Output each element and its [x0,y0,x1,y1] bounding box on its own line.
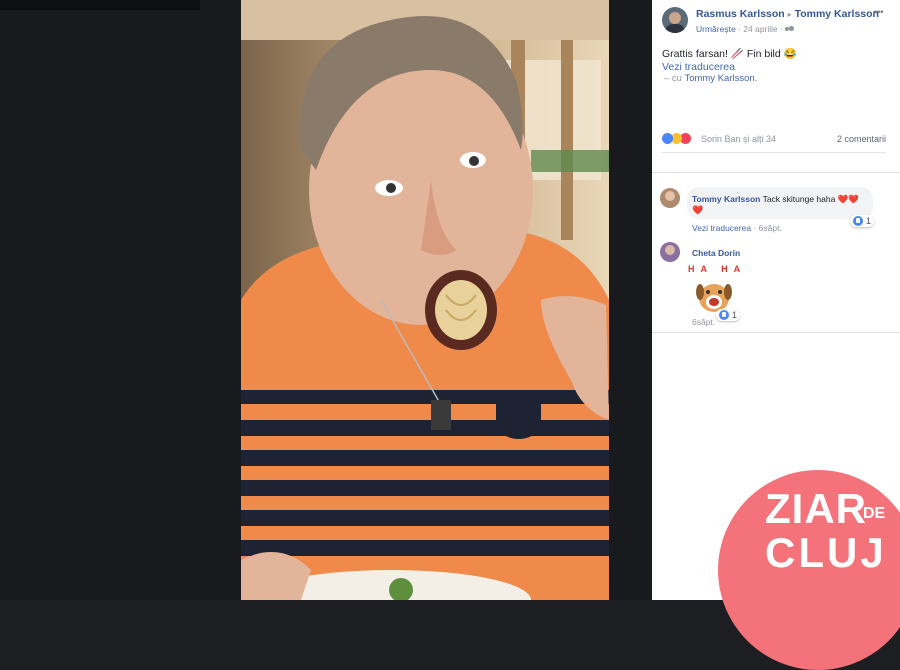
comment-time[interactable]: 6săpt. [692,317,715,327]
tagged-name[interactable]: Tommy Karlsson [795,8,879,20]
like-icon [853,216,863,226]
like-reaction-icon [662,133,673,144]
commenter-avatar[interactable] [660,242,680,262]
post-photo[interactable] [241,0,609,600]
divider [652,172,900,173]
watermark-word-cluj: CLUJ [765,529,887,576]
comment-author[interactable]: Cheta Dorin [692,248,740,258]
with-prefix: – cu [664,73,682,84]
comment-author[interactable]: Tommy Karlsson [692,194,760,204]
see-translation-link[interactable]: Vezi traducerea [662,61,735,73]
comment-line: Tommy Karlsson Tack skitunge haha ❤️❤️ [692,194,859,205]
like-count: 1 [866,216,872,226]
post-meta-line: Urmărește · 24 aprilie · [696,24,795,34]
photo-illustration [241,0,609,600]
comments-count[interactable]: 2 comentarii [837,134,886,144]
arrow-right-icon: ▸ [787,10,792,19]
viewer-top-bar [0,0,200,10]
commenter-avatar[interactable] [660,188,680,208]
ziar-de-cluj-watermark: ZIAR DE CLUJ [718,470,900,670]
like-icon [719,310,729,320]
with-tag-line: – cu Tommy Karlsson. [664,73,757,84]
friends-audience-icon [785,26,795,32]
comment-like-count[interactable]: 1 [850,215,875,227]
divider [652,332,900,333]
meta-dot: · [738,24,741,34]
watermark-word-de: DE [863,505,886,522]
follow-link[interactable]: Urmărește [696,24,736,34]
sticker-text: HA HA [688,264,747,274]
like-count: 1 [732,310,738,320]
meta-dot: · [753,223,757,233]
divider [662,152,886,153]
more-options-icon[interactable]: ••• [874,7,883,17]
reaction-icons[interactable] [662,133,691,144]
author-avatar[interactable] [662,7,688,33]
post-header-line: Rasmus Karlsson ▸ Tommy Karlsson [696,8,879,20]
watermark-word-ziar: ZIAR [765,485,867,532]
reactions-summary[interactable]: Sorin Ban și alți 34 [701,134,776,144]
comment-translate-link[interactable]: Vezi traducerea [692,223,751,233]
meta-dot: · [780,24,783,34]
post-date[interactable]: 24 aprilie [743,24,778,34]
comment-actions: Vezi traducerea · 6săpt. [692,223,782,233]
haha-dog-sticker[interactable]: HA HA [688,262,740,316]
comment-text-continued: ❤️ [692,205,704,215]
with-tagged-name[interactable]: Tommy Karlsson. [684,73,757,84]
comment-time[interactable]: 6săpt. [759,223,782,233]
comment-text: Tack skitunge haha ❤️❤️ [762,194,859,204]
comment-like-count[interactable]: 1 [716,309,741,321]
photo-viewer-stage [0,0,652,600]
post-text: Grattis farsan! 🥢 Fin bild 😂 [662,48,797,60]
author-name[interactable]: Rasmus Karlsson [696,8,785,20]
